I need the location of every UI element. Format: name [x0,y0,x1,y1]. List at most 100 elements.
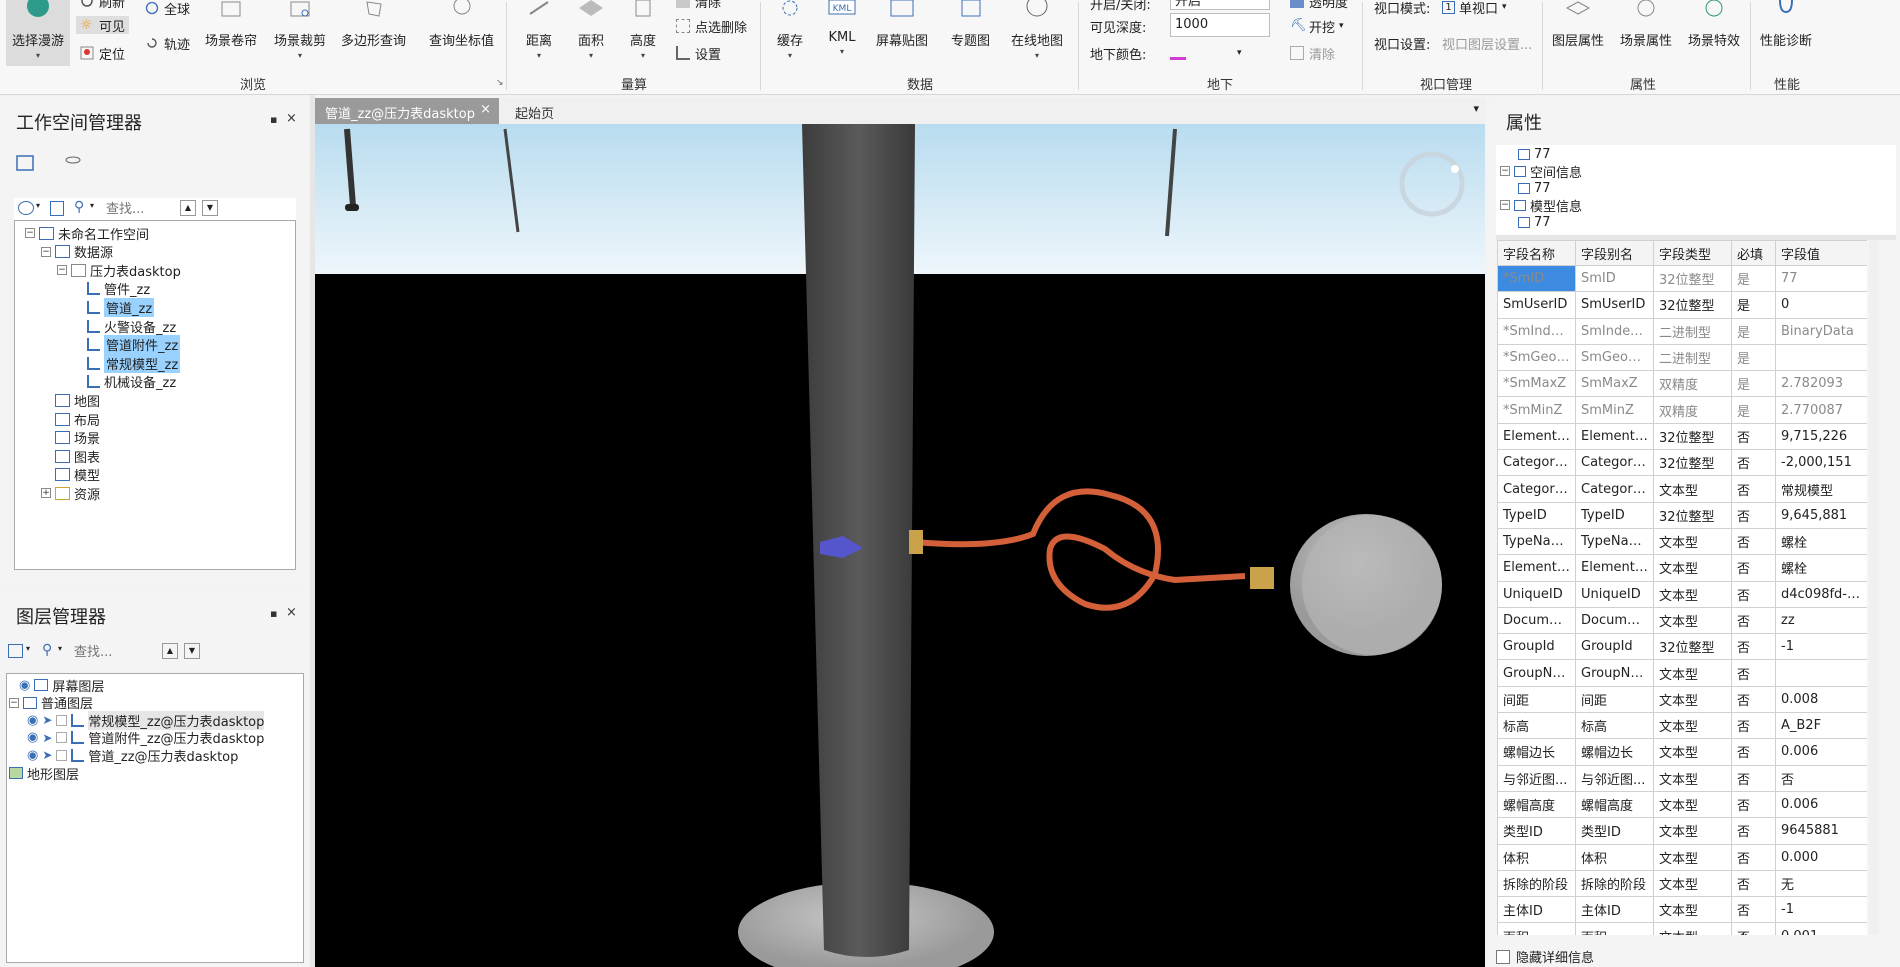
editable-icon[interactable] [56,714,68,726]
workspace-tree-node[interactable]: 常规模型_zz [73,353,181,373]
table-cell[interactable]: 9645881 [1775,817,1867,845]
column-header[interactable]: 字段别名 [1575,240,1654,266]
table-row[interactable]: SmUserID SmUserID 32位整型是 0 [1497,291,1867,319]
workspace-tree-view-icon[interactable] [15,153,37,175]
search-prev-icon[interactable]: ▲ [162,643,178,659]
underground-color-picker[interactable]: ▾ [1170,44,1242,62]
table-row[interactable]: *SmMaxZ SmMaxZ 双精度是 2.782093 [1497,370,1867,398]
transparency-button[interactable]: 透明度 [1290,0,1348,11]
select-roam-button[interactable]: 选择漫游 ▾ [6,0,70,66]
table-row[interactable]: UniqueID UniqueID 文本型否 d4c098fd-4... [1497,580,1867,608]
table-row[interactable]: TypeName TypeName 文本型否螺栓 [1497,527,1867,556]
scene-clip-button[interactable]: 场景裁剪 ▾ [274,0,326,60]
table-row[interactable]: Documen... Documen... 文本型否 zz [1497,606,1867,635]
visibility-eye-icon[interactable]: ◉ [27,748,38,763]
table-cell[interactable]: -2,000,151 [1775,449,1867,477]
search-next-icon[interactable]: ▼ [202,200,218,216]
checkbox-box[interactable] [1496,949,1510,964]
thematic-map-button[interactable]: 专题图 [951,0,990,49]
table-cell[interactable]: 9,645,881 [1775,501,1867,529]
column-header[interactable]: 字段名称 [1497,240,1576,266]
search-prev-icon[interactable]: ▲ [180,200,196,216]
table-row[interactable]: 螺帽边长 螺帽边长 文本型否 0.006 [1497,738,1867,766]
table-cell[interactable]: BinaryData [1775,317,1867,345]
attribute-tree-node[interactable]: − 模型信息 [1500,196,1582,215]
clear-button[interactable]: 清除 [676,0,721,11]
table-row[interactable]: GroupNa... GroupNa... 文本型否 [1497,659,1867,687]
workspace-tree-node[interactable]: 场景 [41,429,100,447]
point-delete-button[interactable]: 点选删除 [676,17,747,36]
query-coords-button[interactable]: 查询坐标值 [429,0,494,49]
table-row[interactable]: 类型ID 类型ID 文本型否 9645881 [1497,817,1867,845]
visibility-eye-icon[interactable]: ◉ [19,678,30,693]
collapse-icon[interactable]: − [1500,166,1510,176]
pin-icon[interactable]: ▪ [270,113,277,126]
polygon-query-button[interactable]: 多边形查询 [341,0,406,49]
dialog-launcher-icon[interactable]: ↘ [496,78,504,88]
tab-scene-pipe[interactable]: 管道_zz@压力表dasktop × [315,98,499,124]
table-row[interactable]: 面积面积文本型否0.001 [1497,922,1867,935]
table-cell[interactable]: 77 [1775,264,1867,293]
close-icon[interactable]: × [286,111,297,126]
attribute-tree-node[interactable]: 77 [1518,179,1551,197]
collapse-icon[interactable]: − [57,265,67,276]
tab-start-page[interactable]: 起始页 [505,98,564,124]
workspace-tree-node[interactable]: 火警设备_zz [73,317,176,336]
locate-button[interactable]: 定位 [80,44,125,63]
table-row[interactable]: *SmIndex... SmIndexK... 二进制型是 BinaryData [1497,317,1867,345]
full-extent-button[interactable]: 全球 [145,0,190,18]
attribute-tree-node[interactable]: 77 [1518,145,1551,163]
scene-effects-button[interactable]: 场景特效 [1688,0,1740,49]
workspace-tree-node[interactable]: + 资源 [41,484,100,503]
workspace-search-input[interactable] [106,200,188,218]
attribute-grid-scrollbar[interactable] [1869,240,1879,935]
table-row[interactable]: ElementN... ElementN... 文本型否螺栓 [1497,554,1867,582]
hide-detail-checkbox[interactable]: 隐藏详细信息 [1496,947,1594,966]
tab-close-icon[interactable]: × [480,102,491,117]
table-row[interactable]: CategoryID CategoryID 32位整型否 -2,000,151 [1497,449,1867,477]
editable-icon[interactable] [56,749,68,761]
table-cell[interactable]: 无 [1775,869,1867,898]
table-cell[interactable]: d4c098fd-4... [1775,580,1867,608]
table-cell[interactable]: -1 [1775,896,1867,924]
table-cell[interactable] [1775,343,1867,372]
layer-tree-node[interactable]: ◉ 屏幕图层 [19,676,104,695]
selectable-arrow-icon[interactable]: ➤ [42,748,52,762]
workspace-db-view-icon[interactable] [62,153,84,175]
tab-list-dropdown-icon[interactable]: ▾ [1473,102,1479,115]
viewport-mode-select[interactable]: 1 单视口 ▾ [1442,0,1507,17]
table-row[interactable]: 拆除的阶段 拆除的阶段 文本型否无 [1497,869,1867,898]
table-cell[interactable]: 9,715,226 [1775,422,1867,451]
table-cell[interactable]: A_B2F [1775,712,1867,740]
table-row[interactable]: Category... Category... 文本型否常规模型 [1497,475,1867,503]
layer-search-input[interactable] [74,643,154,661]
table-cell[interactable]: 0.008 [1775,685,1867,714]
visibility-eye-icon[interactable]: ◉ [27,730,38,745]
refresh-button[interactable]: 刷新 [80,0,125,11]
table-cell[interactable]: 2.770087 [1775,396,1867,424]
workspace-tree-node[interactable]: 图表 [41,447,100,466]
table-row[interactable]: 与邻近图... 与邻近图... 文本型否否 [1497,764,1867,792]
table-cell[interactable]: 0 [1775,291,1867,319]
layer-tree-node[interactable]: − 普通图层 [9,694,93,712]
height-button[interactable]: 高度 ▾ [628,0,658,60]
table-cell[interactable]: 否 [1775,764,1867,792]
workspace-tree-node[interactable]: 机械设备_zz [73,373,176,391]
attribute-tree-node[interactable]: − 空间信息 [1500,162,1582,181]
kml-button[interactable]: KML KML ▾ [827,0,857,56]
table-row[interactable]: 间距 间距 文本型否 0.008 [1497,685,1867,714]
table-row[interactable]: GroupId GroupId 32位整型否 -1 [1497,633,1867,661]
expand-icon[interactable]: + [41,488,51,499]
search-icon[interactable]: ⚲ [42,642,52,658]
table-cell[interactable]: -1 [1775,633,1867,661]
dropdown-arrow-icon[interactable]: ▾ [90,201,94,210]
table-row[interactable]: 标高 标高 文本型否 A_B2F [1497,712,1867,740]
layer-tree-node[interactable]: ◉ ➤ 常规模型_zz@压力表dasktop [27,710,265,730]
table-cell[interactable]: 常规模型 [1775,475,1867,503]
measure-settings-button[interactable]: 设置 [676,44,721,63]
layer-tree-node[interactable]: ◉ ➤ 管道_zz@压力表dasktop [27,746,238,765]
viewport-layer-settings-button[interactable]: 视口图层设置... [1442,34,1532,53]
editable-icon[interactable] [56,732,68,744]
pin-icon[interactable]: ▪ [270,607,277,620]
layer-tree-node[interactable]: ◉ ➤ 管道附件_zz@压力表dasktop [27,729,264,747]
